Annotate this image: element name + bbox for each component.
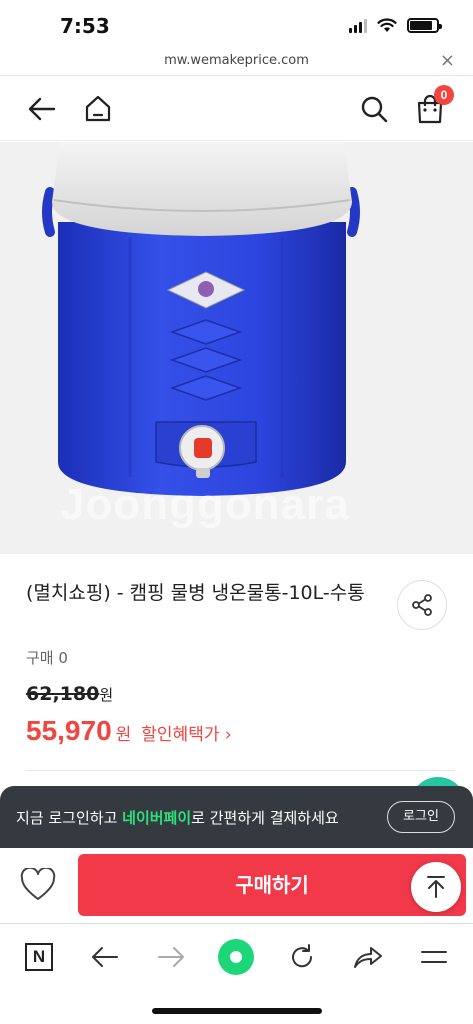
heart-icon [20, 866, 56, 900]
naver-button[interactable]: N [17, 935, 61, 979]
status-icons [349, 18, 442, 33]
menu-button[interactable] [412, 935, 456, 979]
sale-price-unit: 원 [115, 725, 132, 745]
browser-forward-button[interactable] [149, 935, 193, 979]
arrow-up-icon [427, 876, 445, 898]
arrow-right-icon [158, 947, 184, 967]
product-image[interactable]: Joonggonara [0, 142, 473, 554]
home-icon [85, 95, 111, 122]
product-title: (멸치쇼핑) - 캠핑 물병 냉온물통-10L-수통 [26, 582, 365, 604]
buy-bar: 구매하기 [0, 848, 473, 924]
sale-price-value: 55,970 [26, 715, 112, 746]
buy-button[interactable]: 구매하기 [78, 854, 466, 916]
browser-url-bar[interactable]: mw.wemakeprice.com × [0, 50, 473, 76]
close-icon[interactable]: × [440, 50, 455, 71]
naverpay-highlight: 네이버페이 [122, 809, 192, 827]
wishlist-button[interactable] [20, 866, 56, 902]
original-price-unit: 원 [99, 686, 114, 704]
banner-text-after: 로 간편하게 결제하세요 [191, 809, 339, 827]
status-time: 7:53 [60, 14, 110, 38]
search-button[interactable] [356, 91, 392, 127]
arrow-left-icon [92, 947, 118, 967]
image-watermark: Joonggonara [60, 480, 350, 529]
back-arrow-icon [28, 97, 56, 121]
banner-text-before: 지금 로그인하고 [16, 809, 123, 827]
purchase-count: 구매 0 [26, 649, 68, 667]
naver-n-icon: N [25, 943, 53, 971]
page: 7:53 mw.wemakeprice.com × 0 Joonggonara … [0, 0, 473, 1024]
home-button[interactable] [80, 91, 116, 127]
browser-toolbar: N [0, 925, 473, 1024]
reload-button[interactable] [280, 935, 324, 979]
login-banner: 지금 로그인하고 네이버페이로 간편하게 결제하세요 로그인 [0, 786, 473, 848]
share-arrow-icon [354, 947, 382, 968]
back-button[interactable] [24, 91, 60, 127]
browser-back-button[interactable] [83, 935, 127, 979]
share-button[interactable] [397, 580, 447, 630]
cart-button[interactable]: 0 [412, 85, 454, 127]
sale-price: 55,970 원 할인혜택가 › [26, 715, 232, 747]
original-price: 62,180원 [26, 683, 113, 705]
reload-icon [292, 944, 313, 968]
hamburger-menu-icon [421, 951, 447, 963]
share-icon [412, 594, 432, 616]
green-dot-icon [218, 939, 254, 975]
share-page-button[interactable] [346, 935, 390, 979]
original-price-value: 62,180 [26, 683, 100, 705]
home-indicator[interactable] [152, 1008, 322, 1014]
login-button[interactable]: 로그인 [387, 801, 455, 833]
status-bar: 7:53 [0, 0, 473, 50]
url-text: mw.wemakeprice.com [164, 53, 309, 68]
discount-benefit-link[interactable]: 할인혜택가 › [141, 720, 231, 745]
battery-icon [407, 18, 442, 33]
app-header: 0 [0, 77, 473, 141]
search-icon [361, 96, 388, 123]
login-banner-text: 지금 로그인하고 네이버페이로 간편하게 결제하세요 [16, 807, 339, 828]
cart-count-badge: 0 [434, 85, 454, 105]
wifi-icon [377, 18, 397, 32]
green-dot-button[interactable] [214, 935, 258, 979]
scroll-to-top-button[interactable] [411, 862, 461, 912]
cellular-signal-icon [349, 18, 367, 33]
divider [26, 770, 454, 771]
